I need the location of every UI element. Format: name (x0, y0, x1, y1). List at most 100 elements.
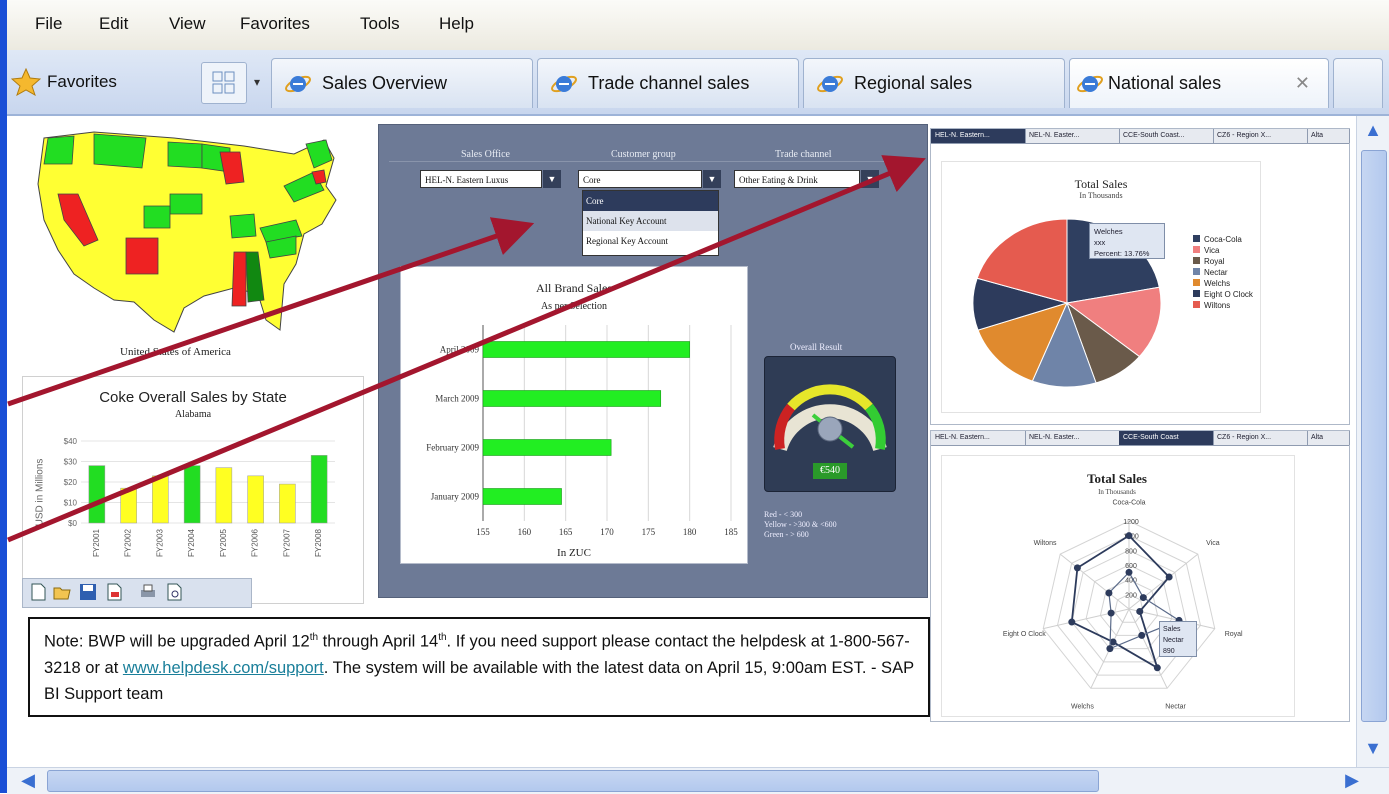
customer-group-dropdown[interactable]: Core ▼ (578, 170, 721, 188)
radar-tooltip-label: Sales (1163, 626, 1181, 633)
tab-sales-overview[interactable]: Sales Overview (271, 58, 533, 108)
y-tick-label: March 2009 (435, 394, 479, 404)
us-map[interactable] (34, 124, 344, 346)
x-tick-label: FY2005 (219, 528, 228, 557)
x-tick-label: 170 (600, 527, 614, 537)
legend-swatch (1193, 279, 1200, 286)
pie-tooltip-percent: Percent: 13.76% (1094, 249, 1150, 258)
option-regional-key-account[interactable]: Regional Key Account (583, 231, 718, 251)
dropdown-arrow-icon[interactable]: ▼ (543, 170, 561, 188)
close-tab-icon[interactable]: ✕ (1295, 73, 1310, 94)
overall-result-gauge: €540 (764, 356, 896, 492)
x-tick-label: 160 (518, 527, 532, 537)
ie-icon (1077, 75, 1103, 92)
helpdesk-link[interactable]: www.helpdesk.com/support (123, 659, 324, 677)
brand-chart-plot: 155 160 165 170 175 180 185 April 2009 March 200… (426, 325, 738, 537)
radar-axis-label: Vica (1206, 540, 1220, 547)
x-tick-label: 175 (642, 527, 656, 537)
radar-tooltip-value: 890 (1163, 648, 1175, 655)
y-tick-label: $0 (68, 519, 77, 528)
pie-chart-panel: HEL-N. Eastern... NEL-N. Easter... CCE-S… (930, 128, 1350, 425)
new-tab-button[interactable] (1333, 58, 1383, 108)
radar-tooltip-series: Nectar (1163, 637, 1184, 644)
pie-tooltip-label: Welches (1094, 227, 1123, 236)
radar-point (1165, 573, 1173, 581)
tab-regional-sales[interactable]: Regional sales (803, 58, 1065, 108)
dropdown-arrow-icon[interactable]: ▼ (861, 170, 879, 188)
legend-swatch (1193, 290, 1200, 297)
radar-spoke (1059, 553, 1130, 610)
horizontal-scroll-thumb[interactable] (47, 770, 1099, 792)
menu-help[interactable]: Help (439, 14, 474, 34)
legend-red: Red - < 300 (764, 510, 803, 519)
save-icon[interactable] (79, 583, 97, 601)
horizontal-scrollbar[interactable]: ◀ ▶ (7, 767, 1389, 794)
pie-tooltip-value: xxx (1094, 238, 1106, 247)
note-text: through April 14 (318, 632, 439, 651)
trade-channel-dropdown[interactable]: Other Eating & Drink ▼ (734, 170, 879, 188)
export-pdf-icon[interactable] (105, 583, 123, 601)
x-tick-label: 165 (559, 527, 573, 537)
radar-axis-label: Welchs (1071, 704, 1094, 711)
menu-bar: File Edit View Favorites Tools Help (7, 0, 1389, 51)
maintenance-note: Note: BWP will be upgraded April 12th th… (28, 617, 930, 717)
menu-favorites[interactable]: Favorites (240, 14, 310, 34)
new-document-icon[interactable] (29, 583, 47, 601)
legend-green: Green - > 600 (764, 530, 809, 539)
favorites-button[interactable]: Favorites (11, 62, 191, 102)
scroll-up-icon[interactable]: ▲ (1358, 118, 1388, 142)
option-core[interactable]: Core (583, 191, 718, 211)
option-national-key-account[interactable]: National Key Account (583, 211, 718, 231)
map-caption: United States of America (120, 346, 231, 358)
dropdown-value: Other Eating & Drink (739, 175, 818, 185)
radar-axis-label: Royal (1225, 631, 1243, 638)
scroll-left-icon[interactable]: ◀ (13, 768, 43, 792)
quick-tabs-button[interactable] (201, 62, 247, 104)
radar-chart-panel: HEL-N. Eastern... NEL-N. Easter... CCE-S… (930, 430, 1350, 722)
radar-axis-label: Wiltons (1034, 540, 1057, 547)
tab-list-dropdown[interactable]: ▾ (247, 62, 267, 102)
radar-axis-label: Nectar (1165, 704, 1186, 711)
x-tick-label: FY2008 (314, 528, 323, 557)
bar (482, 439, 612, 456)
report-toolbar (22, 578, 252, 608)
menu-view[interactable]: View (169, 14, 206, 34)
radar-point (1107, 609, 1115, 617)
tab-trade-channel-sales[interactable]: Trade channel sales (537, 58, 799, 108)
dropdown-arrow-icon[interactable]: ▼ (703, 170, 721, 188)
radar-point (1105, 589, 1113, 597)
radar-point (1138, 631, 1146, 639)
pie-chart-plot: Coca-Cola Vica Royal Nectar Welchs Eight O Cl… (972, 218, 1254, 388)
scroll-down-icon[interactable]: ▼ (1358, 736, 1388, 760)
star-icon (11, 68, 41, 96)
radar-point (1125, 532, 1133, 540)
open-folder-icon[interactable] (53, 583, 71, 601)
ie-icon (551, 75, 577, 92)
ie-icon (285, 75, 311, 92)
menu-edit[interactable]: Edit (99, 14, 128, 34)
print-icon[interactable] (139, 583, 157, 601)
menu-file[interactable]: File (35, 14, 62, 34)
legend-swatch (1193, 268, 1200, 275)
sales-office-dropdown[interactable]: HEL-N. Eastern Luxus ▼ (420, 170, 561, 188)
y-tick-label: $20 (64, 478, 78, 487)
bar (482, 488, 562, 505)
x-tick-label: FY2006 (251, 528, 260, 557)
legend-swatch (1193, 257, 1200, 264)
quick-tabs-icon (212, 71, 235, 94)
radar-tick-label: 600 (1125, 563, 1137, 570)
legend-swatch (1193, 235, 1200, 242)
bar (247, 475, 264, 524)
radar-tooltip: Sales Nectar 890 (1159, 621, 1197, 657)
radar-axis-label: Eight O Clock (1003, 631, 1046, 638)
tab-national-sales[interactable]: National sales ✕ (1069, 58, 1329, 108)
radar-point (1139, 594, 1147, 602)
x-tick-label: 185 (724, 527, 738, 537)
vertical-scrollbar[interactable]: ▲ ▼ (1356, 116, 1389, 767)
favorites-label: Favorites (47, 72, 117, 91)
print-preview-icon[interactable] (165, 583, 183, 601)
y-tick-label: $10 (64, 499, 78, 508)
vertical-scroll-thumb[interactable] (1361, 150, 1387, 722)
menu-tools[interactable]: Tools (360, 14, 400, 34)
scroll-right-icon[interactable]: ▶ (1337, 768, 1367, 792)
